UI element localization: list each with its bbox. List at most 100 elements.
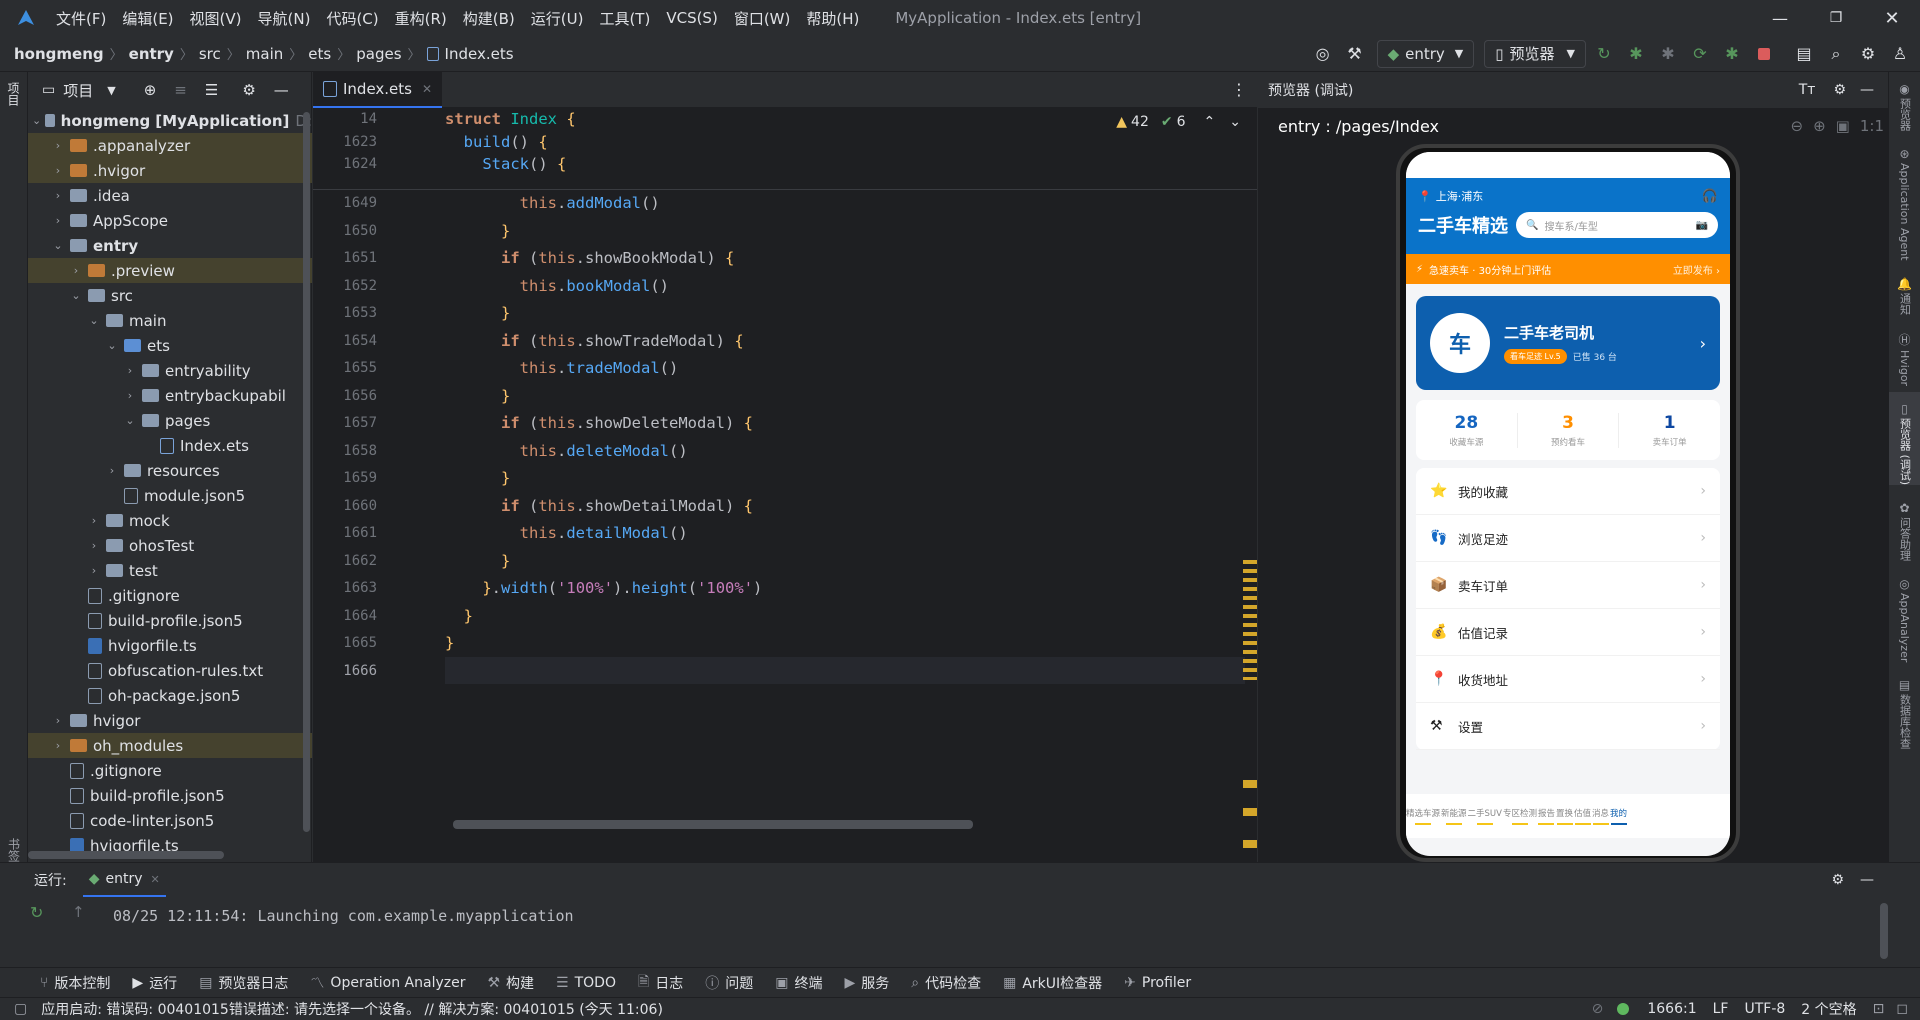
- rerun-icon[interactable]: ↻: [1590, 40, 1618, 68]
- profile-icon[interactable]: ✱: [1718, 40, 1746, 68]
- previewer-settings-icon[interactable]: ⚙: [1833, 82, 1846, 98]
- right-tool-button[interactable]: Ⓗ Hvigor: [1889, 321, 1920, 386]
- promo-bar[interactable]: ⚡ 急速卖车 · 30分钟上门评估 立即发布 ›: [1406, 254, 1730, 284]
- menu-item[interactable]: 帮助(H): [806, 8, 859, 29]
- line-separator[interactable]: LF: [1713, 1001, 1729, 1017]
- menu-row[interactable]: ⚒ 设置 ›: [1416, 703, 1720, 750]
- minimize-icon[interactable]: —: [1752, 9, 1808, 28]
- attach-debugger-icon[interactable]: ✱: [1654, 40, 1682, 68]
- target-icon[interactable]: ◎: [1309, 40, 1337, 68]
- tool-window-button[interactable]: 〽 Operation Analyzer: [310, 973, 465, 993]
- scroll-up-icon[interactable]: ↑: [72, 903, 85, 921]
- chevron-right-icon[interactable]: ›: [50, 714, 66, 727]
- menu-row[interactable]: ⭐ 我的收藏 ›: [1416, 468, 1720, 515]
- editor-horizontal-scrollbar[interactable]: [453, 820, 973, 829]
- menu-item[interactable]: 运行(U): [531, 8, 584, 29]
- breadcrumb-item[interactable]: hongmeng: [14, 45, 104, 63]
- tree-item[interactable]: › resources: [28, 458, 312, 483]
- menu-item[interactable]: 编辑(E): [122, 8, 173, 29]
- tree-item[interactable]: hvigorfile.ts: [28, 833, 312, 852]
- chevron-right-icon[interactable]: ›: [68, 264, 84, 277]
- apply-changes-icon[interactable]: ⟳: [1686, 40, 1714, 68]
- tree-item[interactable]: › oh_modules: [28, 733, 312, 758]
- close-tab-icon[interactable]: ✕: [151, 873, 160, 886]
- menu-item[interactable]: 构建(B): [463, 8, 515, 29]
- chevron-right-icon[interactable]: ›: [50, 139, 66, 152]
- tree-item[interactable]: › .hvigor: [28, 158, 312, 183]
- project-panel-title[interactable]: 项目: [63, 80, 93, 101]
- tool-window-button[interactable]: ⑂ 版本控制: [40, 973, 110, 993]
- tool-window-button[interactable]: ▤ 预览器日志: [199, 973, 288, 993]
- bottom-tab[interactable]: 我的: [1610, 807, 1627, 825]
- tree-item[interactable]: hvigorfile.ts: [28, 633, 312, 658]
- stat-item[interactable]: 3 预约看车: [1516, 412, 1619, 448]
- chevron-down-icon[interactable]: ⌄: [86, 314, 102, 327]
- right-tool-button[interactable]: ⊛ Application Agent: [1889, 137, 1920, 261]
- right-tool-button[interactable]: ▤ 数据库检查: [1889, 668, 1920, 749]
- breadcrumb-item[interactable]: Index.ets: [445, 45, 514, 63]
- tree-item[interactable]: .gitignore: [28, 583, 312, 608]
- file-encoding[interactable]: UTF-8: [1744, 1001, 1785, 1017]
- prev-highlight-icon[interactable]: ⌃: [1204, 114, 1216, 130]
- account-icon[interactable]: ♙: [1886, 40, 1914, 68]
- fit-screen-icon[interactable]: ▣: [1836, 117, 1850, 135]
- no-sync-icon[interactable]: ⊘: [1592, 1001, 1604, 1017]
- bottom-tab[interactable]: 置换: [1556, 807, 1573, 825]
- actual-size-icon[interactable]: 1:1: [1860, 117, 1884, 135]
- chevron-down-icon[interactable]: ⌄: [68, 289, 84, 302]
- hammer-icon[interactable]: ⚒: [1341, 40, 1369, 68]
- bottom-tab[interactable]: 报告: [1538, 807, 1555, 825]
- right-tool-button[interactable]: ◎ AppAnalyzer: [1889, 567, 1920, 662]
- tree-item[interactable]: .gitignore: [28, 758, 312, 783]
- maximize-icon[interactable]: ❐: [1808, 10, 1864, 26]
- menu-item[interactable]: 文件(F): [56, 8, 106, 29]
- tree-item[interactable]: ⌄ entry: [28, 233, 312, 258]
- chevron-right-icon[interactable]: ›: [50, 189, 66, 202]
- stop-icon[interactable]: [1750, 40, 1778, 68]
- project-tool-button[interactable]: 项目: [0, 82, 27, 106]
- chevron-right-icon[interactable]: ›: [86, 564, 102, 577]
- right-tool-button[interactable]: 🔔 通知: [1889, 267, 1920, 315]
- tree-item[interactable]: ⌄ main: [28, 308, 312, 333]
- zoom-out-icon[interactable]: ⊖: [1791, 117, 1804, 135]
- menu-item[interactable]: 代码(C): [326, 8, 378, 29]
- bottom-tab[interactable]: 专区检测: [1503, 807, 1537, 825]
- right-tool-button[interactable]: ◉ 预览器: [1889, 72, 1920, 131]
- search-icon[interactable]: ⌕: [1822, 40, 1850, 68]
- chevron-right-icon[interactable]: ›: [86, 514, 102, 527]
- right-tool-button[interactable]: ✿ 问答助理: [1889, 491, 1920, 561]
- chevron-right-icon[interactable]: ›: [104, 464, 120, 477]
- menu-item[interactable]: VCS(S): [666, 9, 717, 27]
- tool-window-button[interactable]: ▶ 运行: [132, 973, 177, 993]
- hide-previewer-icon[interactable]: —: [1860, 82, 1874, 98]
- run-console-output[interactable]: 08/25 12:11:54: Launching com.example.my…: [113, 907, 574, 925]
- chevron-right-icon[interactable]: ›: [50, 164, 66, 177]
- stat-item[interactable]: 28 收藏车源: [1416, 413, 1517, 448]
- headset-icon[interactable]: 🎧: [1702, 189, 1718, 204]
- tree-item[interactable]: build-profile.json5: [28, 783, 312, 808]
- chevron-right-icon[interactable]: ›: [86, 539, 102, 552]
- status-message[interactable]: 应用启动: 错误码: 00401015错误描述: 请先选择一个设备。 // 解决…: [41, 999, 663, 1019]
- chevron-right-icon[interactable]: ›: [50, 214, 66, 227]
- read-only-icon[interactable]: ⊡: [1873, 1001, 1885, 1017]
- tree-item[interactable]: Index.ets: [28, 433, 312, 458]
- tool-window-button[interactable]: ✈ Profiler: [1124, 975, 1191, 991]
- tree-item[interactable]: › ohosTest: [28, 533, 312, 558]
- layout-icon[interactable]: ▢: [14, 1001, 27, 1017]
- chevron-right-icon[interactable]: ›: [122, 364, 138, 377]
- camera-icon[interactable]: 📷: [1696, 220, 1708, 231]
- bottom-tab[interactable]: 新能源: [1441, 807, 1467, 825]
- menu-item[interactable]: 视图(V): [190, 8, 242, 29]
- inspection-widget[interactable]: ▲ 42 ✔ 6 ⌃ ⌄: [1116, 114, 1241, 130]
- breadcrumb-item[interactable]: pages: [356, 45, 401, 63]
- phone-screen[interactable]: 📍 上海·浦东 🎧 二手车精选 🔍 搜车系/车型 📷 ⚡ 急速卖车 · 30分钟…: [1406, 152, 1730, 856]
- tree-item[interactable]: › test: [28, 558, 312, 583]
- font-size-icon[interactable]: Tт: [1799, 82, 1816, 98]
- tree-item[interactable]: › entrybackupabil: [28, 383, 312, 408]
- hide-run-panel-icon[interactable]: —: [1860, 872, 1874, 888]
- chevron-down-icon[interactable]: ▼: [107, 84, 115, 97]
- menu-row[interactable]: 💰 估值记录 ›: [1416, 609, 1720, 656]
- tool-window-button[interactable]: ⌕ 代码检查: [911, 973, 981, 993]
- tool-window-button[interactable]: 🗎 日志: [638, 971, 683, 995]
- run-settings-icon[interactable]: ⚙: [1831, 872, 1844, 888]
